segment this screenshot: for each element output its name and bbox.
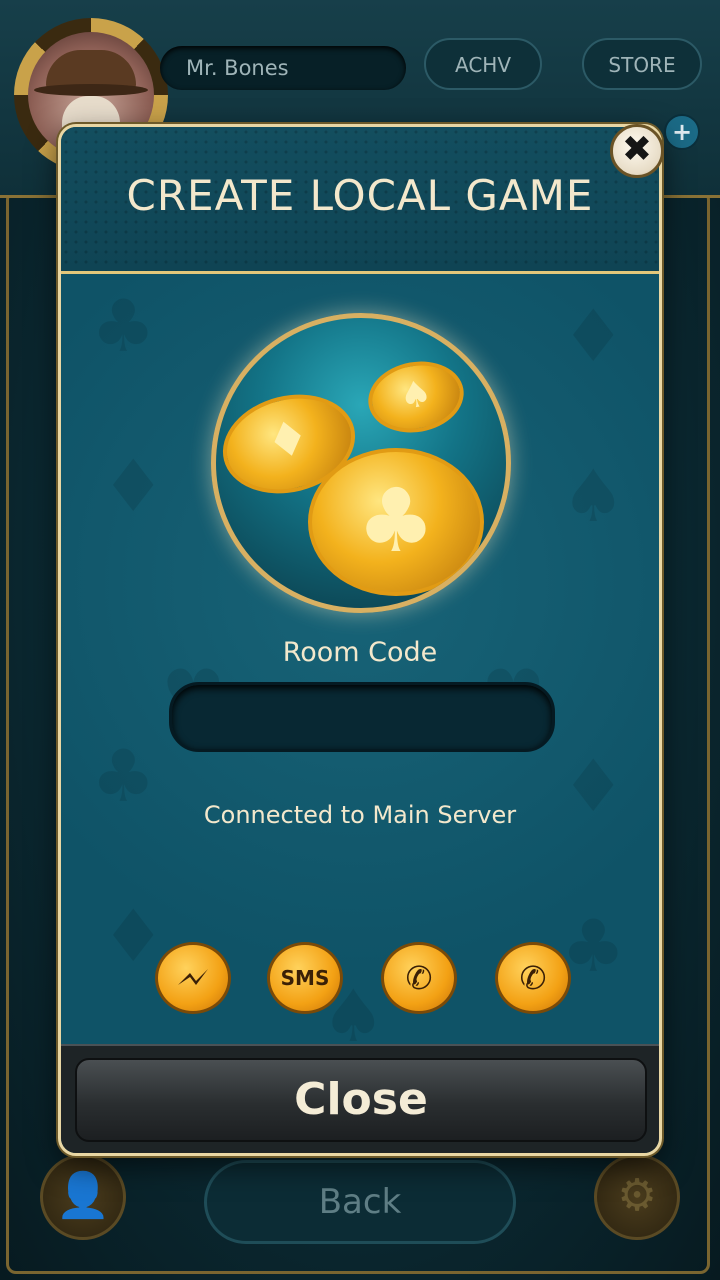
hat-brim (34, 84, 148, 96)
close-icon: ✖ (621, 129, 653, 170)
spade-coin-icon: ♠ (362, 354, 470, 440)
dialog-title: CREATE LOCAL GAME (126, 171, 594, 220)
messenger-share-button[interactable] (155, 942, 231, 1014)
add-coins-button[interactable]: + (664, 114, 700, 150)
diamond-pattern-icon: ♦ (101, 894, 166, 978)
club-coin-icon: ♣ (308, 448, 484, 596)
close-button[interactable]: Close (75, 1058, 647, 1142)
club-pattern-icon: ♣ (91, 284, 156, 368)
room-code-label: Room Code (282, 637, 438, 668)
whatsapp-share-button[interactable]: ✆ (381, 942, 457, 1014)
diamond-pattern-icon: ♦ (561, 294, 626, 378)
dismiss-button[interactable]: ✖ (610, 124, 664, 178)
player-name: Mr. Bones (160, 46, 406, 90)
add-friend-button[interactable]: 👤 (40, 1154, 126, 1240)
viber-icon: ✆ (519, 959, 547, 997)
viber-share-button[interactable]: ✆ (495, 942, 571, 1014)
coins-illustration: ♦ ♠ ♣ (211, 313, 511, 613)
add-friend-icon: 👤 (55, 1170, 111, 1221)
dialog-footer: Close (61, 1044, 659, 1153)
room-code-input[interactable] (169, 682, 555, 752)
settings-button[interactable]: ⚙ (594, 1154, 680, 1240)
whatsapp-icon: ✆ (405, 959, 433, 997)
create-local-game-dialog: CREATE LOCAL GAME ♣ ♦ ♦ ♠ ♥ ♥ ♣ ♦ ♦ ♣ ♠ … (58, 124, 662, 1156)
dialog-header: CREATE LOCAL GAME (61, 127, 659, 274)
achievements-button[interactable]: ACHV (424, 38, 542, 90)
sms-icon: SMS (280, 966, 330, 990)
gear-icon: ⚙ (617, 1170, 657, 1221)
diamond-pattern-icon: ♦ (101, 444, 166, 528)
back-button[interactable]: Back (204, 1160, 516, 1244)
server-status-text: Connected to Main Server (203, 801, 517, 829)
messenger-icon (178, 969, 208, 985)
spade-pattern-icon: ♠ (561, 454, 626, 538)
sms-share-button[interactable]: SMS (267, 942, 343, 1014)
store-button[interactable]: STORE (582, 38, 702, 90)
